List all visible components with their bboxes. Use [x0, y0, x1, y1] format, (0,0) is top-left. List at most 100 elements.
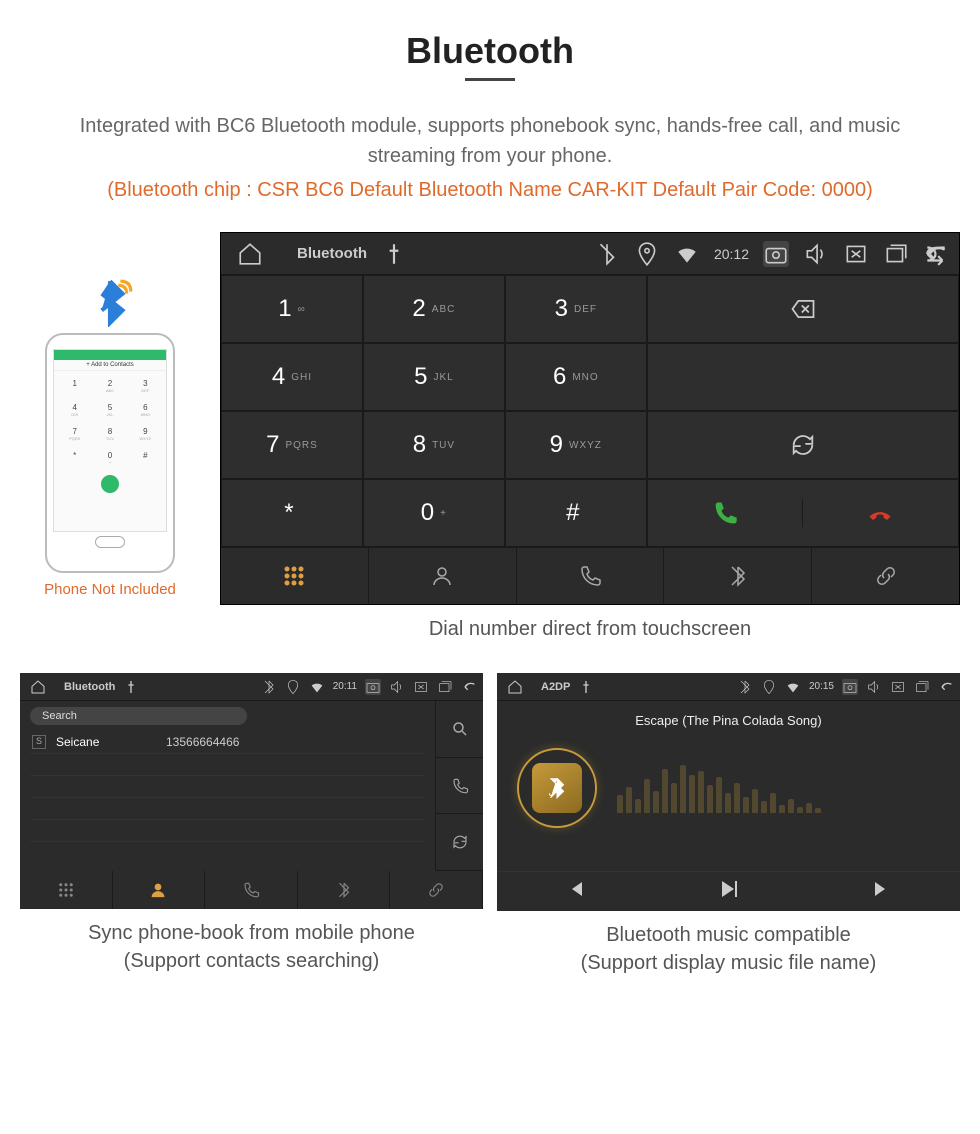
volume-icon[interactable] — [803, 241, 829, 267]
status-bar-contacts: Bluetooth 20:11 — [20, 673, 483, 701]
clock-time: 20:11 — [333, 681, 357, 692]
dial-key-hash[interactable]: # — [505, 479, 647, 547]
dial-key-8[interactable]: 8TUV — [363, 411, 505, 479]
search-input[interactable]: Search — [30, 707, 247, 725]
phone-column: + Add to Contacts 1 2ABC 3DEF 4GHI 5JKL … — [20, 277, 200, 598]
phone-call-button — [101, 475, 119, 493]
prev-track-button[interactable] — [562, 877, 586, 906]
phone-key: 2ABC — [93, 375, 126, 397]
contact-row[interactable]: S Seicane 13566664466 — [30, 731, 425, 754]
dial-key-7[interactable]: 7PQRS — [221, 411, 363, 479]
tab-keypad[interactable] — [20, 871, 113, 909]
back-icon[interactable] — [461, 679, 477, 695]
phone-key: 5JKL — [93, 399, 126, 421]
search-button[interactable] — [436, 701, 483, 758]
home-icon[interactable] — [237, 241, 263, 267]
sync-contacts-button[interactable] — [436, 814, 483, 871]
play-pause-button[interactable] — [716, 877, 740, 906]
home-icon[interactable] — [507, 679, 523, 695]
empty-side-1 — [647, 343, 959, 411]
close-app-icon[interactable] — [413, 679, 429, 695]
close-app-icon[interactable] — [843, 241, 869, 267]
usb-icon — [123, 679, 139, 695]
status-bar: Bluetooth 20:12 — [221, 233, 959, 275]
clock-time: 20:12 — [714, 246, 749, 262]
dial-key-0[interactable]: 0+ — [363, 479, 505, 547]
tab-callhistory[interactable] — [517, 548, 665, 604]
usb-icon — [381, 241, 407, 267]
dial-key-6[interactable]: 6MNO — [505, 343, 647, 411]
bluetooth-status-icon — [261, 679, 277, 695]
playback-controls — [497, 871, 960, 911]
page-title: Bluetooth — [20, 30, 960, 72]
phone-key: 3DEF — [129, 375, 162, 397]
phone-key: 1 — [58, 375, 91, 397]
phone-key: 7PQRS — [58, 423, 91, 445]
blank-row — [30, 776, 425, 798]
backspace-button[interactable] — [647, 275, 959, 343]
back-icon[interactable] — [923, 241, 949, 267]
music-screen: A2DP 20:15 Escape (The Pina Colada Song) — [497, 673, 960, 911]
call-button[interactable] — [648, 499, 803, 527]
volume-icon[interactable] — [389, 679, 405, 695]
blank-row — [30, 754, 425, 776]
usb-icon — [578, 679, 594, 695]
tab-callhistory[interactable] — [205, 871, 298, 909]
dial-key-2[interactable]: 2ABC — [363, 275, 505, 343]
back-icon[interactable] — [938, 679, 954, 695]
blank-row — [30, 820, 425, 842]
tab-bluetooth[interactable] — [298, 871, 391, 909]
contact-number: 13566664466 — [166, 735, 239, 749]
dial-key-star[interactable]: * — [221, 479, 363, 547]
phone-key: 6MNO — [129, 399, 162, 421]
recents-icon[interactable] — [883, 241, 909, 267]
location-icon — [761, 679, 777, 695]
camera-icon[interactable] — [763, 241, 789, 267]
dialer-keypad: 1∞ 2ABC 3DEF 4GHI 5JKL 6MNO 7PQRS 8TUV 9… — [221, 275, 959, 547]
album-art — [517, 748, 597, 828]
dial-key-1[interactable]: 1∞ — [221, 275, 363, 343]
recents-icon[interactable] — [437, 679, 453, 695]
phone-key: 9WXYZ — [129, 423, 162, 445]
tab-contacts[interactable] — [369, 548, 517, 604]
contacts-caption: Sync phone-book from mobile phone (Suppo… — [20, 919, 483, 975]
hangup-button[interactable] — [803, 499, 958, 527]
clock-time: 20:15 — [809, 681, 834, 692]
location-icon — [634, 241, 660, 267]
recents-icon[interactable] — [914, 679, 930, 695]
dialer-screen: Bluetooth 20:12 — [220, 232, 960, 605]
camera-icon[interactable] — [365, 679, 381, 695]
tab-contacts[interactable] — [113, 871, 206, 909]
equalizer-visual — [617, 763, 940, 813]
bottom-tabs — [221, 547, 959, 604]
sync-button[interactable] — [647, 411, 959, 479]
next-track-button[interactable] — [871, 877, 895, 906]
home-icon[interactable] — [30, 679, 46, 695]
phone-note: Phone Not Included — [20, 581, 200, 598]
camera-icon[interactable] — [842, 679, 858, 695]
phone-home-button — [95, 536, 125, 548]
tab-pair[interactable] — [812, 548, 959, 604]
dial-key-3[interactable]: 3DEF — [505, 275, 647, 343]
call-contact-button[interactable] — [436, 758, 483, 815]
tab-pair[interactable] — [390, 871, 483, 909]
status-title: Bluetooth — [297, 245, 367, 262]
dial-key-4[interactable]: 4GHI — [221, 343, 363, 411]
volume-icon[interactable] — [866, 679, 882, 695]
dial-key-5[interactable]: 5JKL — [363, 343, 505, 411]
wifi-icon — [785, 679, 801, 695]
contacts-screen: Bluetooth 20:11 Search — [20, 673, 483, 909]
add-contacts-label: + Add to Contacts — [54, 360, 166, 371]
bluetooth-icon — [85, 277, 135, 327]
music-caption: Bluetooth music compatible (Support disp… — [497, 921, 960, 977]
tab-bluetooth[interactable] — [664, 548, 812, 604]
bluetooth-status-icon — [594, 241, 620, 267]
status-title: A2DP — [541, 681, 570, 693]
status-bar-music: A2DP 20:15 — [497, 673, 960, 701]
tab-keypad[interactable] — [221, 548, 369, 604]
feature-description: Integrated with BC6 Bluetooth module, su… — [50, 111, 930, 171]
dialer-caption: Dial number direct from touchscreen — [220, 615, 960, 643]
close-app-icon[interactable] — [890, 679, 906, 695]
status-title: Bluetooth — [64, 681, 115, 693]
dial-key-9[interactable]: 9WXYZ — [505, 411, 647, 479]
